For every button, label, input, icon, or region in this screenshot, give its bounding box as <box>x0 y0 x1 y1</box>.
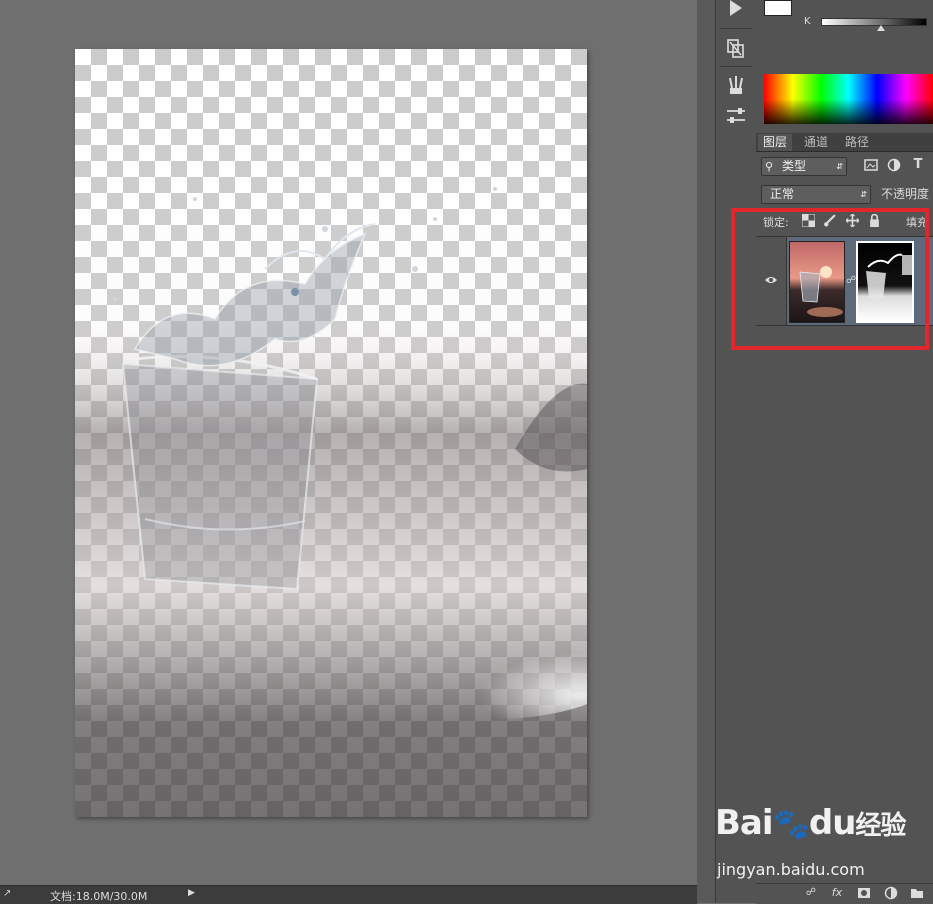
panel-divider[interactable] <box>697 0 715 903</box>
k-channel-slider[interactable] <box>821 18 927 26</box>
strip-separator <box>720 28 752 29</box>
layers-panel-footer: ☍ fx <box>756 883 933 904</box>
panel-icon-strip <box>715 0 757 903</box>
color-spectrum[interactable] <box>764 74 933 124</box>
clone-source-icon[interactable] <box>724 36 748 60</box>
watermark-suffix: 经验 <box>855 811 906 841</box>
foreground-color-swatch[interactable] <box>764 0 792 16</box>
brush-presets-icon[interactable] <box>724 74 748 98</box>
tab-layers[interactable]: 图层 <box>758 134 793 151</box>
blend-mode-value: 正常 <box>770 187 795 201</box>
type-filter-icon[interactable]: T <box>911 158 925 172</box>
strip-separator <box>720 66 752 67</box>
masked-photo <box>75 49 587 817</box>
baidu-watermark: Bai🐾du经验 jingyan.baidu.com <box>715 803 915 883</box>
document-size-info[interactable]: 文档:18.0M/30.0M <box>50 888 147 904</box>
document-canvas[interactable] <box>75 49 587 817</box>
tab-channels[interactable]: 通道 <box>799 134 833 151</box>
search-icon: ⚲ <box>765 160 774 173</box>
status-bar: ↗ 文档:18.0M/30.0M ▶ <box>0 885 697 904</box>
status-menu-arrow-icon[interactable]: ▶ <box>188 888 195 898</box>
paw-icon: 🐾 <box>772 807 810 842</box>
chevron-updown-icon: ⇵ <box>836 162 843 171</box>
adjustment-filter-icon[interactable] <box>887 158 901 172</box>
watermark-brand-du: du <box>808 803 857 843</box>
add-mask-icon[interactable] <box>857 886 871 900</box>
blend-mode-select[interactable]: 正常 ⇵ <box>761 185 871 204</box>
play-icon[interactable] <box>724 0 748 24</box>
canvas-area[interactable] <box>0 0 697 885</box>
layers-panel-tabs: 图层 通道 路径 <box>756 133 933 152</box>
pixel-filter-icon[interactable] <box>864 158 878 172</box>
watermark-brand: Bai <box>715 803 774 843</box>
link-layers-icon[interactable]: ☍ <box>804 886 818 900</box>
watermark-url: jingyan.baidu.com <box>717 860 865 879</box>
export-icon[interactable]: ↗ <box>3 888 11 899</box>
layer-filter-select[interactable]: ⚲ 类型 ⇵ <box>761 157 847 176</box>
new-group-icon[interactable] <box>910 886 924 900</box>
tab-paths[interactable]: 路径 <box>840 134 874 151</box>
adjustment-layer-icon[interactable] <box>884 886 898 900</box>
layer-filter-value: 类型 <box>782 159 807 173</box>
highlight-box <box>731 208 929 350</box>
watermark-logo: Bai🐾du经验 <box>715 803 906 843</box>
opacity-label: 不透明度 <box>881 187 930 201</box>
right-panel: K 图层 通道 路径 ⚲ 类型 ⇵ T 正常 ⇵ 不透明度 锁定: 填充 ☍ ☍… <box>756 0 933 904</box>
k-channel-label: K <box>804 16 811 27</box>
fx-icon[interactable]: fx <box>830 886 844 900</box>
k-slider-thumb[interactable] <box>877 25 885 31</box>
chevron-updown-icon: ⇵ <box>860 190 867 199</box>
adjustments-icon[interactable] <box>724 104 748 128</box>
